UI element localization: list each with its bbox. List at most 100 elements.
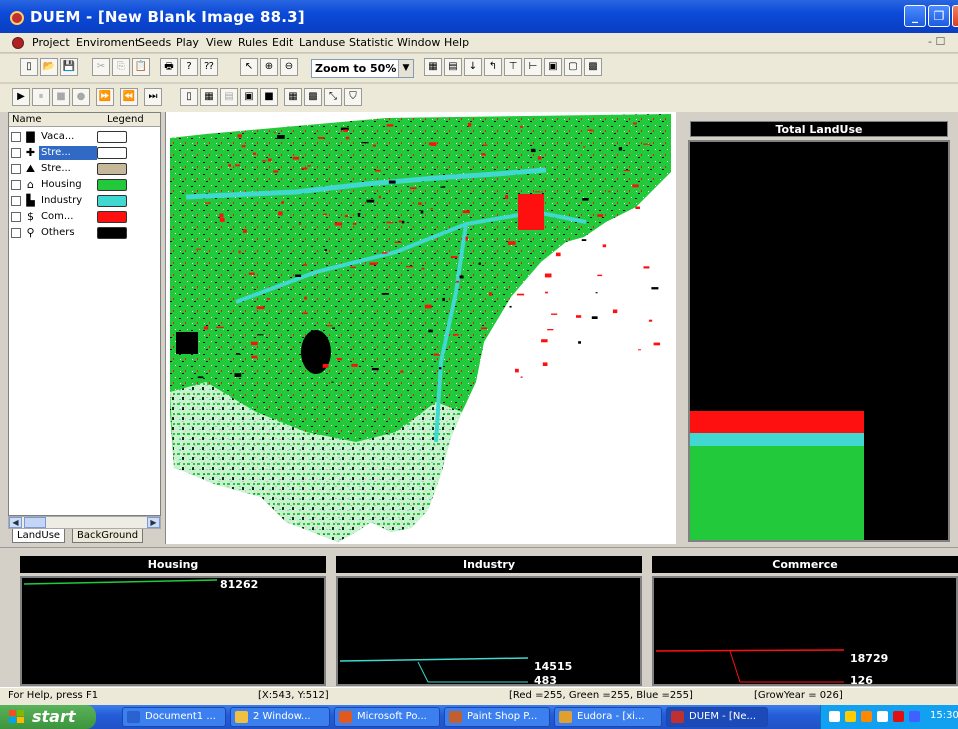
close-button[interactable] [952, 5, 958, 27]
menu-landuse[interactable]: Landuse [299, 36, 345, 49]
grid-tool-button[interactable]: ▦ [424, 58, 442, 76]
layer-legend-swatch[interactable] [97, 131, 127, 143]
layer-item[interactable]: ✚ Stre... [9, 145, 160, 161]
properties-button[interactable]: ▣ [240, 88, 258, 106]
land-use-map[interactable] [165, 112, 676, 544]
copy-button[interactable]: ⎘ [112, 58, 130, 76]
taskbar-task[interactable]: 2 Window... [230, 707, 330, 727]
scroll-thumb[interactable] [24, 517, 46, 528]
grid-layer-button[interactable]: ▤ [220, 88, 238, 106]
record-button[interactable]: ● [72, 88, 90, 106]
measure-button[interactable]: ⤡ [324, 88, 342, 106]
pointer-tool-button[interactable]: ↖ [240, 58, 258, 76]
taskbar-task[interactable]: Document1 ... [122, 707, 226, 727]
menu-edit[interactable]: Edit [272, 36, 293, 49]
image-tool-c-button[interactable]: ▩ [584, 58, 602, 76]
chevron-down-icon[interactable]: ▼ [398, 60, 413, 77]
menu-view[interactable]: View [206, 36, 232, 49]
scroll-left-icon[interactable]: ◀ [9, 517, 22, 528]
layer-visibility-checkbox[interactable] [11, 164, 21, 174]
tray-speaker-icon[interactable] [845, 711, 856, 722]
menu-play[interactable]: Play [176, 36, 199, 49]
layer-item[interactable]: ⛰ Stre... [9, 161, 160, 177]
tab-background[interactable]: BackGround [72, 529, 144, 543]
mdi-controls[interactable]: - ☐ [928, 35, 945, 48]
turn-arrow-button[interactable]: ↰ [484, 58, 502, 76]
land-use-map-image[interactable] [166, 112, 677, 544]
layer-legend-swatch[interactable] [97, 227, 127, 239]
menu-window[interactable]: Window [397, 36, 440, 49]
taskbar-task[interactable]: Paint Shop P... [444, 707, 550, 727]
paste-button[interactable]: 📋 [132, 58, 150, 76]
layer-legend-swatch[interactable] [97, 179, 127, 191]
menu-statistic[interactable]: Statistic [349, 36, 394, 49]
layer-item[interactable]: $ Com... [9, 209, 160, 225]
zoom-out-button[interactable]: ⊖ [280, 58, 298, 76]
map-layer-button[interactable]: ▦ [200, 88, 218, 106]
layer-legend-swatch[interactable] [97, 195, 127, 207]
pause-button[interactable]: ⏸ [32, 88, 50, 106]
layer-legend-swatch[interactable] [97, 163, 127, 175]
layer-item[interactable]: ▙ Industry [9, 193, 160, 209]
open-folder-button[interactable]: 📂 [40, 58, 58, 76]
context-help-button[interactable]: ⁇ [200, 58, 218, 76]
down-arrow-button[interactable]: ↓ [464, 58, 482, 76]
start-button[interactable]: start [0, 705, 96, 729]
cut-button[interactable]: ✂ [92, 58, 110, 76]
zoom-in-button[interactable]: ⊕ [260, 58, 278, 76]
scroll-right-icon[interactable]: ▶ [147, 517, 160, 528]
menu-help[interactable]: Help [444, 36, 469, 49]
image-tool-a-button[interactable]: ▣ [544, 58, 562, 76]
layer-panel-scrollbar[interactable]: ◀ ▶ [8, 516, 161, 529]
fast-forward-button[interactable]: ⏩ [96, 88, 114, 106]
maximize-button[interactable]: ❐ [928, 5, 950, 27]
taskbar-task[interactable]: DUEM - [Ne... [666, 707, 768, 727]
legend-column-header[interactable]: Legend [107, 114, 144, 125]
layer-visibility-checkbox[interactable] [11, 180, 21, 190]
rewind-button[interactable]: ⏪ [120, 88, 138, 106]
layer-visibility-checkbox[interactable] [11, 228, 21, 238]
document-icon[interactable] [12, 37, 24, 49]
join-tool-button[interactable]: ⊤ [504, 58, 522, 76]
table-button[interactable]: ▦ [284, 88, 302, 106]
layer-legend-swatch[interactable] [97, 211, 127, 223]
layers-tool-button[interactable]: ▤ [444, 58, 462, 76]
menu-seeds[interactable]: Seeds [138, 36, 171, 49]
menu-rules[interactable]: Rules [238, 36, 268, 49]
fill-black-button[interactable]: ■ [260, 88, 278, 106]
chart-button[interactable]: ▩ [304, 88, 322, 106]
new-file-button[interactable]: ▯ [20, 58, 38, 76]
menu-enviroment[interactable]: Enviroment [76, 36, 139, 49]
layer-item[interactable]: ⚲ Others [9, 225, 160, 241]
split-tool-button[interactable]: ⊢ [524, 58, 542, 76]
tray-info-icon[interactable] [909, 711, 920, 722]
zoom-select[interactable]: Zoom to 50% ▼ [311, 59, 414, 78]
menu-project[interactable]: Project [32, 36, 70, 49]
layer-visibility-checkbox[interactable] [11, 148, 21, 158]
minimize-button[interactable]: _ [904, 5, 926, 27]
title-bar[interactable]: DUEM - [New Blank Image 88.3] _ ❐ [0, 0, 958, 33]
tray-close-icon[interactable] [893, 711, 904, 722]
draw-button[interactable]: ⛉ [344, 88, 362, 106]
tab-landuse[interactable]: LandUse [12, 529, 66, 543]
help-button[interactable]: ? [180, 58, 198, 76]
print-button[interactable]: 🖶 [160, 58, 178, 76]
tray-network-icon[interactable] [829, 711, 840, 722]
taskbar-task[interactable]: Eudora - [xi... [554, 707, 662, 727]
stop-button[interactable]: ■ [52, 88, 70, 106]
layer-legend-swatch[interactable] [97, 147, 127, 159]
layer-visibility-checkbox[interactable] [11, 132, 21, 142]
name-column-header[interactable]: Name [12, 114, 42, 125]
tray-window-icon[interactable] [877, 711, 888, 722]
skip-end-button[interactable]: ⏭ [144, 88, 162, 106]
layer-item[interactable]: ⌂ Housing [9, 177, 160, 193]
image-tool-b-button[interactable]: ▢ [564, 58, 582, 76]
duem-app-icon[interactable] [10, 11, 24, 25]
layer-visibility-checkbox[interactable] [11, 196, 21, 206]
new-layer-button[interactable]: ▯ [180, 88, 198, 106]
layer-visibility-checkbox[interactable] [11, 212, 21, 222]
layer-item[interactable]: ▇ Vaca... [9, 129, 160, 145]
taskbar-task[interactable]: Microsoft Po... [334, 707, 440, 727]
tray-app-icon[interactable] [861, 711, 872, 722]
save-button[interactable]: 💾 [60, 58, 78, 76]
